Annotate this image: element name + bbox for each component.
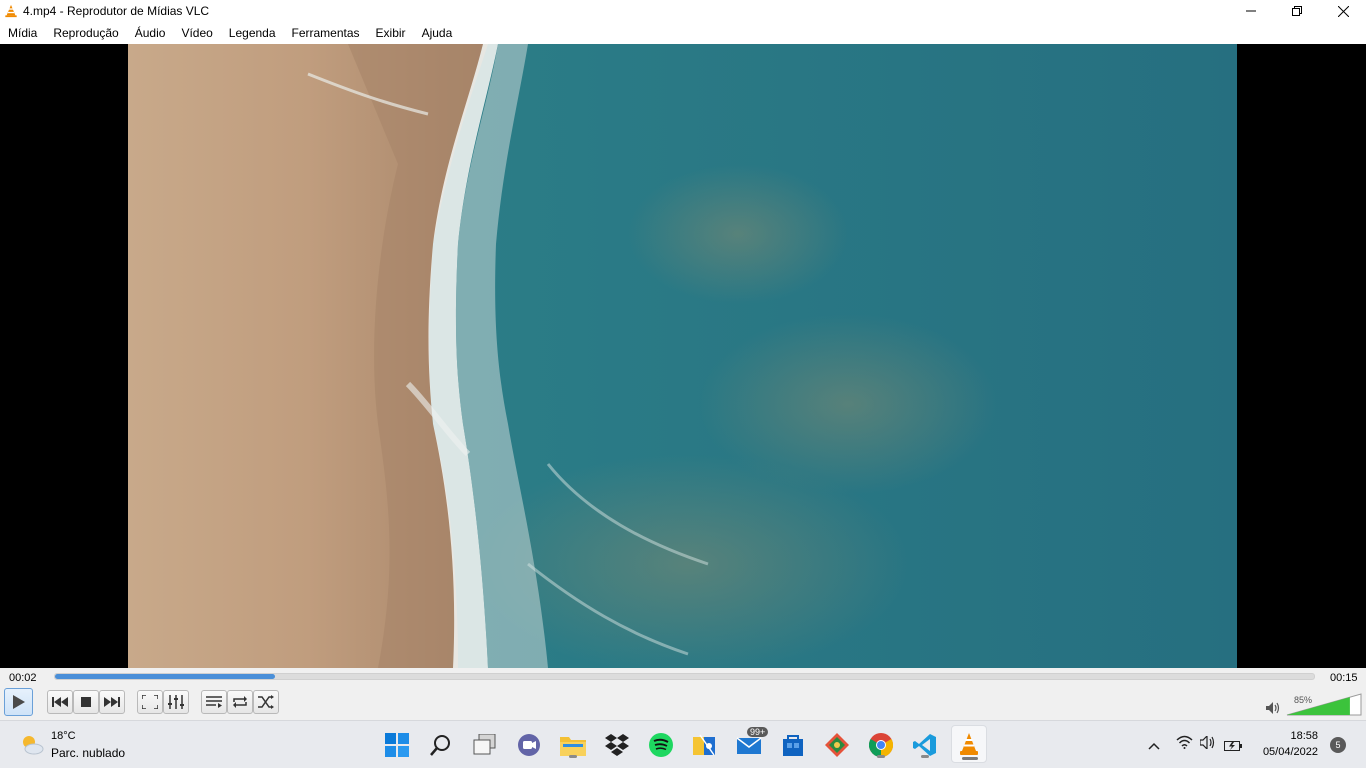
tray-overflow-chevron[interactable] [1148,737,1160,755]
skip-forward-icon [104,697,120,707]
running-indicator [569,755,577,758]
equalizer-icon [168,695,184,709]
shuffle-button[interactable] [253,690,279,714]
loop-icon [233,696,247,708]
menu-audio[interactable]: Áudio [135,26,166,40]
snip-sketch-icon [693,734,715,756]
playlist-icon [206,696,222,708]
play-icon [12,695,25,709]
extended-settings-button[interactable] [163,690,189,714]
playback-controls: 00:02 00:15 [0,668,1366,720]
weather-description: Parc. nublado [51,746,126,760]
wifi-icon [1176,735,1193,749]
mail-icon [736,737,762,754]
volume-percent: 85% [1294,695,1313,705]
search-icon [430,735,450,756]
vlc-icon [960,733,978,755]
volume-control[interactable] [1264,690,1364,716]
git-button[interactable] [821,729,853,761]
seek-bar-progress [55,674,276,679]
weather-temperature: 18°C [51,730,76,742]
window-title: 4.mp4 - Reprodutor de Mídias VLC [23,4,210,18]
snip-sketch-button[interactable] [689,729,721,761]
file-explorer-icon [560,737,586,756]
file-explorer-button[interactable] [557,729,589,761]
running-indicator [877,755,885,758]
shuffle-icon [258,695,274,709]
menu-ferramentas[interactable]: Ferramentas [292,26,360,40]
minimize-icon [1246,10,1256,12]
beach-aerial-image [128,44,1237,668]
skip-back-icon [52,697,68,707]
notification-center-button[interactable]: 5 [1330,737,1346,753]
play-button[interactable] [4,688,33,716]
start-button[interactable] [381,729,413,761]
video-display[interactable] [0,44,1366,668]
minimize-button[interactable] [1228,0,1274,22]
menu-exibir[interactable]: Exibir [376,26,406,40]
vlc-taskbar-button[interactable] [951,725,987,763]
playlist-button[interactable] [201,690,227,714]
previous-button[interactable] [47,690,73,714]
volume-icon [1199,734,1215,751]
video-frame-beach [128,44,1237,668]
menu-ajuda[interactable]: Ajuda [422,26,453,40]
tray-battery[interactable] [1224,738,1242,756]
store-button[interactable] [777,729,809,761]
close-icon [1337,5,1349,17]
fullscreen-button[interactable] [137,690,163,714]
weather-widget[interactable] [16,729,48,761]
chrome-icon [869,733,893,757]
mail-unread-badge: 99+ [747,727,769,737]
partly-cloudy-icon [23,736,44,755]
notification-count: 5 [1335,740,1341,750]
dropbox-icon [605,734,629,756]
elapsed-time: 00:02 [9,672,37,684]
teams-chat-button[interactable] [513,729,545,761]
menu-reproducao[interactable]: Reprodução [53,26,118,40]
git-icon [825,733,849,757]
spotify-icon [649,733,673,757]
active-indicator [962,757,978,760]
total-time: 00:15 [1330,672,1358,684]
clock-time[interactable]: 18:58 [1290,730,1318,742]
vscode-button[interactable] [909,729,941,761]
next-button[interactable] [99,690,125,714]
menu-bar: Mídia Reprodução Áudio Vídeo Legenda Fer… [0,22,1366,44]
dropbox-button[interactable] [601,729,633,761]
mail-button[interactable]: 99+ [733,727,769,761]
tray-wifi[interactable] [1176,735,1193,754]
windows-logo-icon [385,733,409,757]
spotify-button[interactable] [645,729,677,761]
speaker-icon [1266,702,1280,714]
task-view-button[interactable] [469,729,501,761]
store-icon [783,735,803,756]
vscode-icon [913,734,936,756]
seek-bar[interactable] [54,673,1315,680]
running-indicator [921,755,929,758]
loop-button[interactable] [227,690,253,714]
stop-button[interactable] [73,690,99,714]
restore-icon [1292,6,1302,16]
chevron-up-icon [1148,742,1160,750]
vlc-window: 4.mp4 - Reprodutor de Mídias VLC Mídia R… [0,0,1366,768]
windows-taskbar: 99+ 5 [0,720,1366,768]
menu-midia[interactable]: Mídia [8,26,37,40]
teams-chat-icon [518,734,540,756]
menu-video[interactable]: Vídeo [181,26,212,40]
close-button[interactable] [1320,0,1366,22]
search-button[interactable] [425,729,457,761]
stop-icon [81,697,91,707]
fullscreen-icon [142,695,158,709]
chrome-button[interactable] [865,729,897,761]
vlc-cone-icon [5,4,17,18]
battery-charging-icon [1224,741,1242,751]
tray-volume[interactable] [1199,734,1216,754]
title-bar[interactable]: 4.mp4 - Reprodutor de Mídias VLC [0,0,1366,22]
menu-legenda[interactable]: Legenda [229,26,276,40]
clock-date[interactable]: 05/04/2022 [1263,746,1318,758]
task-view-icon [473,734,496,755]
restore-button[interactable] [1274,0,1320,22]
